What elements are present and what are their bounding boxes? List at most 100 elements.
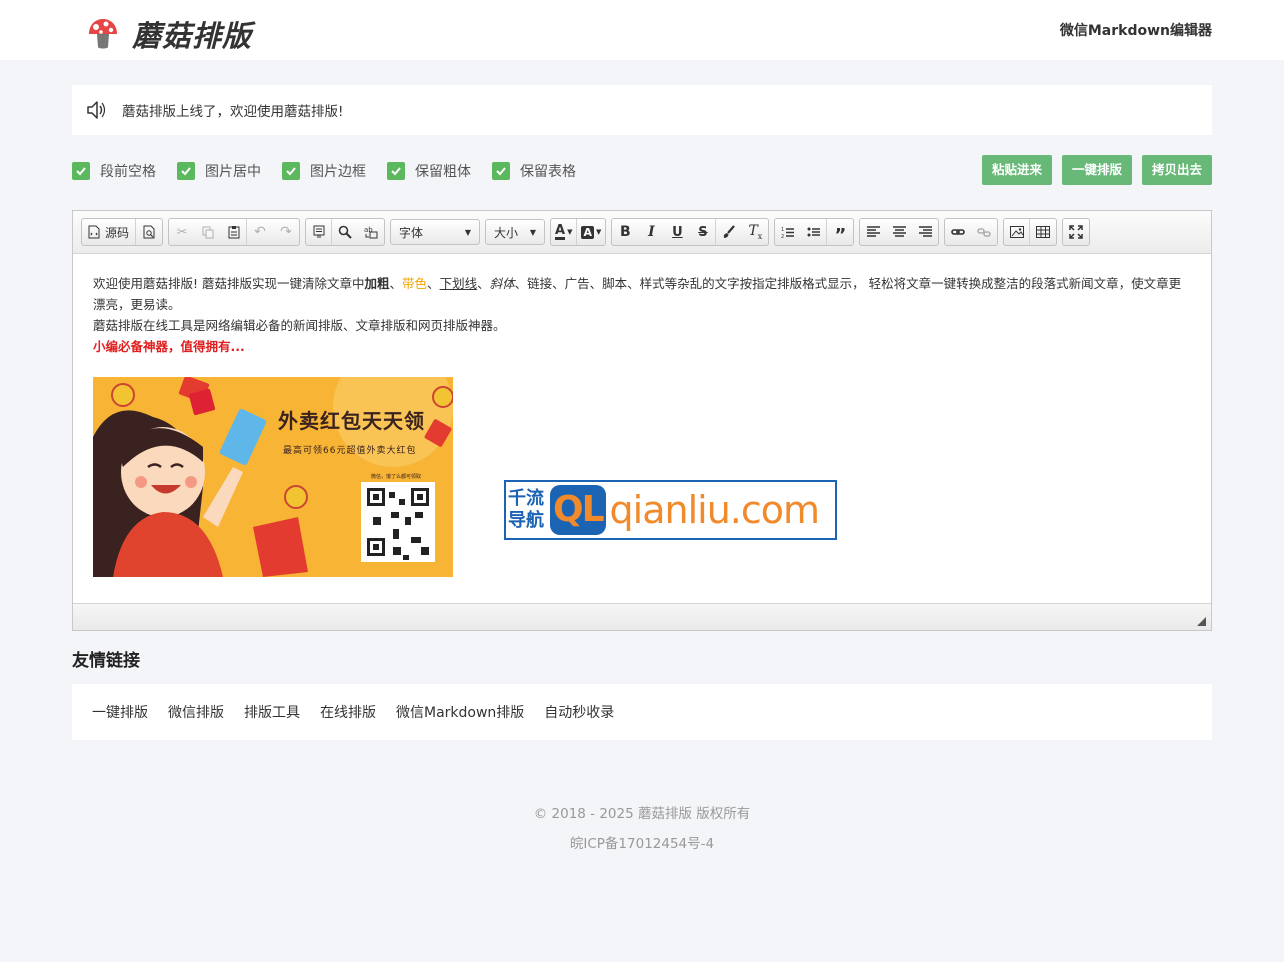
- mushroom-icon: [89, 19, 117, 49]
- content-paragraph: 欢迎使用蘑菇排版! 蘑菇排版实现一键清除文章中加粗、带色、下划线、斜体、链接、广…: [93, 273, 1183, 315]
- promo-image[interactable]: 外卖红包天天领 最高可领66元超值外卖大红包 微信，饿了么都可领取: [93, 377, 453, 577]
- toolbar-group-view: [1062, 218, 1091, 246]
- blockquote-button[interactable]: ”: [827, 219, 853, 245]
- align-center-button[interactable]: [886, 219, 912, 245]
- markdown-editor-link[interactable]: 微信Markdown编辑器: [1060, 20, 1212, 40]
- background-color-icon: A: [581, 225, 594, 239]
- notice-text: 蘑菇排版上线了，欢迎使用蘑菇排版!: [122, 104, 344, 120]
- background-color-button[interactable]: A ▼: [577, 219, 605, 245]
- brush-icon: [724, 225, 736, 238]
- preview-button[interactable]: [136, 219, 162, 245]
- speaker-icon: [87, 101, 106, 119]
- option-indent[interactable]: 段前空格: [72, 161, 156, 181]
- friends-title: 友情链接: [72, 651, 140, 671]
- text-run: 欢迎使用蘑菇排版! 蘑菇排版实现一键清除文章中: [93, 276, 365, 291]
- copy-button[interactable]: 拷贝出去: [1141, 155, 1212, 185]
- copy-icon: [202, 226, 214, 238]
- friend-link[interactable]: 排版工具: [244, 702, 300, 722]
- format-options: 段前空格 图片居中 图片边框 保留粗体 保留表格: [72, 160, 597, 182]
- friend-link[interactable]: 自动秒收录: [544, 702, 614, 722]
- italic-button[interactable]: I: [638, 219, 664, 245]
- maximize-icon: [1069, 225, 1084, 239]
- format-painter-button[interactable]: [716, 219, 742, 245]
- icp-link[interactable]: 皖ICP备17012454号-4: [0, 832, 1284, 852]
- clipboard-icon: [228, 226, 240, 239]
- checkbox-checked-icon[interactable]: [387, 162, 405, 180]
- friend-link[interactable]: 微信排版: [168, 702, 224, 722]
- replace-button[interactable]: ab: [358, 219, 384, 245]
- option-keep-bold[interactable]: 保留粗体: [387, 161, 471, 181]
- paste-text-button[interactable]: [306, 219, 333, 245]
- font-size-select[interactable]: 大小 ▼: [485, 219, 546, 245]
- numbered-list-icon: 12: [781, 227, 795, 239]
- strikethrough-button[interactable]: S: [690, 219, 717, 245]
- italic-text: 斜体: [489, 276, 515, 291]
- insert-image-button[interactable]: [1004, 219, 1031, 245]
- numbered-list-button[interactable]: 12: [775, 219, 801, 245]
- find-button[interactable]: [332, 219, 358, 245]
- paste-tool-button[interactable]: [221, 219, 248, 245]
- table-icon: [1036, 226, 1051, 238]
- toolbar-group-colors: A ▼ A ▼: [550, 218, 607, 246]
- editor-statusbar: [73, 603, 1211, 630]
- svg-text:ab: ab: [364, 226, 373, 234]
- cut-button[interactable]: ✂: [169, 219, 195, 245]
- insert-table-button[interactable]: [1030, 219, 1056, 245]
- undo-button[interactable]: ↶: [247, 219, 273, 245]
- align-left-icon: [866, 226, 880, 237]
- option-label: 保留粗体: [415, 164, 471, 180]
- align-right-icon: [918, 226, 932, 237]
- clear-format-button[interactable]: Tx: [742, 219, 768, 245]
- option-label: 段前空格: [100, 164, 156, 180]
- underline-button[interactable]: U: [664, 219, 690, 245]
- link-icon: [951, 229, 966, 235]
- qianliu-cn-block: 千流 导航: [506, 488, 550, 532]
- redo-button[interactable]: ↷: [273, 219, 299, 245]
- font-family-label: 字体: [399, 225, 424, 240]
- toolbar-group-clipboard: ✂ ↶ ↷: [168, 218, 301, 246]
- option-center-images[interactable]: 图片居中: [177, 161, 261, 181]
- unlink-icon: [977, 228, 992, 237]
- checkbox-checked-icon[interactable]: [282, 162, 300, 180]
- link-button[interactable]: [945, 219, 971, 245]
- text-run: 、: [427, 276, 440, 291]
- unlink-button[interactable]: [971, 219, 997, 245]
- bold-button[interactable]: B: [612, 219, 638, 245]
- friend-link[interactable]: 微信Markdown排版: [396, 702, 524, 722]
- maximize-button[interactable]: [1063, 219, 1089, 245]
- strikethrough-icon: S: [698, 224, 708, 240]
- chevron-down-icon: ▼: [595, 228, 602, 236]
- text-run: 、: [389, 276, 403, 291]
- option-image-border[interactable]: 图片边框: [282, 161, 366, 181]
- checkbox-checked-icon[interactable]: [492, 162, 510, 180]
- qianliu-image[interactable]: 千流 导航 QL qianliu.com: [504, 480, 837, 540]
- toolbar-group-style: B I U S Tx: [611, 218, 770, 246]
- font-family-select[interactable]: 字体 ▼: [390, 219, 481, 245]
- friend-link[interactable]: 一键排版: [92, 702, 148, 722]
- paste-button[interactable]: 粘贴进来: [981, 155, 1052, 185]
- resize-handle-icon[interactable]: [1197, 617, 1206, 626]
- align-right-button[interactable]: [912, 219, 938, 245]
- chevron-down-icon: ▼: [464, 227, 472, 237]
- notice-bar: 蘑菇排版上线了，欢迎使用蘑菇排版!: [72, 85, 1212, 135]
- italic-icon: I: [648, 224, 655, 240]
- source-button[interactable]: 源码: [82, 219, 137, 245]
- search-icon: [338, 225, 352, 239]
- logo[interactable]: 蘑菇排版: [86, 13, 252, 55]
- checkbox-checked-icon[interactable]: [177, 162, 195, 180]
- bullet-list-button[interactable]: [801, 219, 828, 245]
- align-left-button[interactable]: [860, 219, 886, 245]
- chevron-down-icon: ▼: [567, 228, 573, 236]
- qianliu-domain: qianliu.com: [609, 488, 820, 532]
- copy-format-button[interactable]: [195, 219, 221, 245]
- editor-content[interactable]: 欢迎使用蘑菇排版! 蘑菇排版实现一键清除文章中加粗、带色、下划线、斜体、链接、广…: [93, 273, 1183, 357]
- option-keep-table[interactable]: 保留表格: [492, 161, 576, 181]
- friend-link[interactable]: 在线排版: [320, 702, 376, 722]
- checkbox-checked-icon[interactable]: [72, 162, 90, 180]
- format-button[interactable]: 一键排版: [1061, 155, 1132, 185]
- text-run: 、: [477, 276, 490, 291]
- promo-subtitle: 最高可领66元超值外卖大红包: [283, 446, 417, 456]
- bullet-list-icon: [807, 227, 820, 236]
- toolbar-group-tools: ab: [305, 218, 386, 246]
- text-color-button[interactable]: A ▼: [551, 219, 578, 245]
